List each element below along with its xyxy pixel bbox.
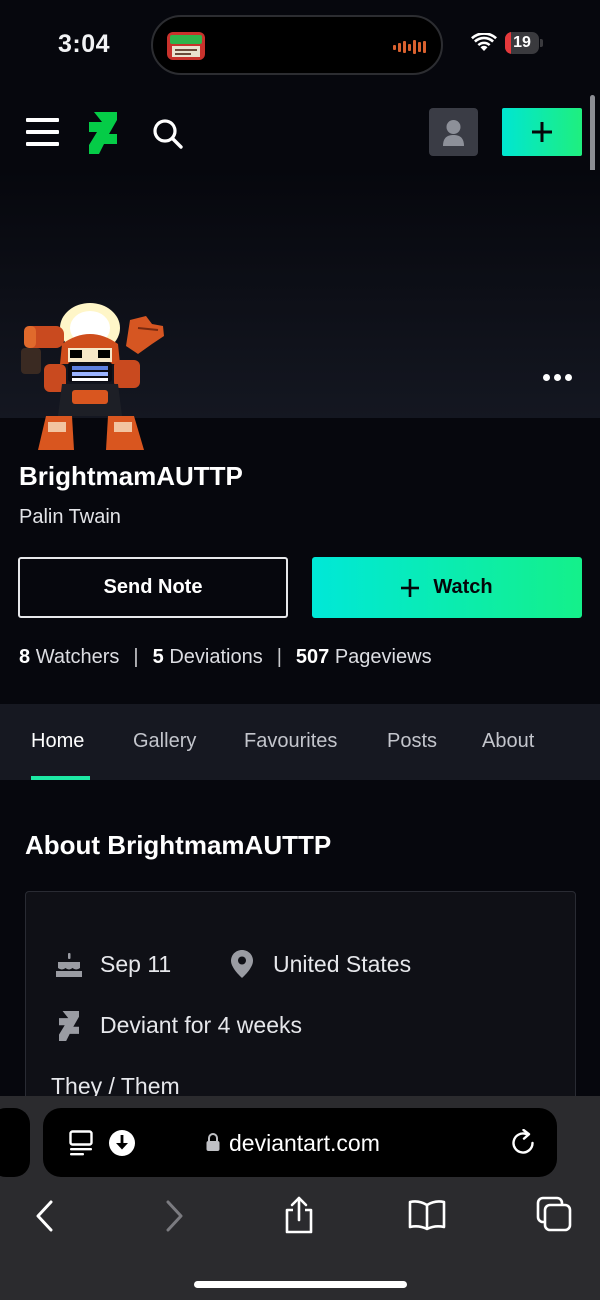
status-bar: 3:04 19	[0, 0, 600, 90]
now-playing-artwork-icon	[167, 32, 205, 60]
tab-gallery[interactable]: Gallery	[133, 704, 196, 780]
tab-favourites[interactable]: Favourites	[244, 704, 337, 780]
previous-tab-preview[interactable]	[0, 1108, 30, 1177]
status-time: 3:04	[58, 30, 111, 58]
stats-separator: |	[276, 646, 282, 668]
profile-real-name: Palin Twain	[19, 506, 121, 528]
download-icon[interactable]	[109, 1130, 135, 1156]
stats-separator: |	[133, 646, 139, 668]
account-button[interactable]	[429, 108, 478, 156]
hamburger-icon[interactable]	[26, 118, 59, 146]
watchers-count: 8	[19, 646, 31, 668]
send-note-button[interactable]: Send Note	[18, 557, 288, 618]
forward-icon[interactable]	[164, 1200, 184, 1232]
wifi-icon	[471, 33, 497, 51]
watch-button[interactable]: Watch	[312, 557, 582, 618]
profile-tabs: Home Gallery Favourites Posts About	[0, 704, 600, 780]
url-text[interactable]: deviantart.com	[229, 1130, 380, 1157]
profile-stats: 8 Watchers | 5 Deviations | 507 Pageviews	[19, 646, 432, 669]
deviations-label[interactable]: Deviations	[169, 646, 262, 668]
watch-label: Watch	[433, 576, 493, 598]
active-tab-indicator	[31, 776, 90, 780]
create-button[interactable]	[502, 108, 582, 156]
deviations-count: 5	[152, 646, 164, 668]
tab-home[interactable]: Home	[31, 704, 84, 780]
about-birthday: Sep 11	[100, 951, 172, 977]
profile-username: BrightmamAUTTP	[19, 461, 243, 491]
pageviews-count: 507	[295, 646, 330, 668]
plus-icon	[532, 122, 552, 142]
tab-posts[interactable]: Posts	[387, 704, 437, 780]
tabs-icon[interactable]	[536, 1196, 572, 1232]
battery-level: 19	[513, 34, 531, 51]
back-icon[interactable]	[35, 1200, 55, 1232]
profile-avatar-image[interactable]	[18, 298, 170, 450]
audio-waveform-icon	[393, 40, 426, 54]
about-section-title: About BrightmamAUTTP	[25, 830, 332, 860]
about-member-since: Deviant for 4 weeks	[100, 1012, 302, 1038]
deviantart-logo-icon[interactable]	[88, 112, 118, 154]
share-icon[interactable]	[284, 1196, 314, 1234]
reload-icon[interactable]	[510, 1129, 537, 1157]
screen: 3:04 19 BrightmamAUTTP Palin Twain Send …	[0, 0, 600, 1300]
tab-about[interactable]: About	[482, 704, 534, 780]
lock-icon	[206, 1133, 220, 1151]
user-avatar-icon	[443, 120, 464, 146]
pageviews-label: Pageviews	[334, 646, 432, 668]
watchers-label[interactable]: Watchers	[36, 646, 120, 668]
bookmarks-icon[interactable]	[408, 1199, 446, 1231]
dynamic-island[interactable]	[151, 15, 443, 75]
about-location: United States	[273, 951, 412, 977]
page-menu-icon[interactable]	[69, 1130, 93, 1156]
birthday-cake-icon	[56, 953, 82, 977]
battery-icon: 19	[505, 32, 543, 54]
location-pin-icon	[231, 950, 253, 978]
more-options-icon[interactable]	[541, 374, 573, 384]
plus-icon	[401, 578, 420, 597]
search-icon[interactable]	[152, 118, 184, 150]
home-indicator[interactable]	[194, 1281, 407, 1288]
deviantart-logo-icon	[59, 1011, 79, 1041]
